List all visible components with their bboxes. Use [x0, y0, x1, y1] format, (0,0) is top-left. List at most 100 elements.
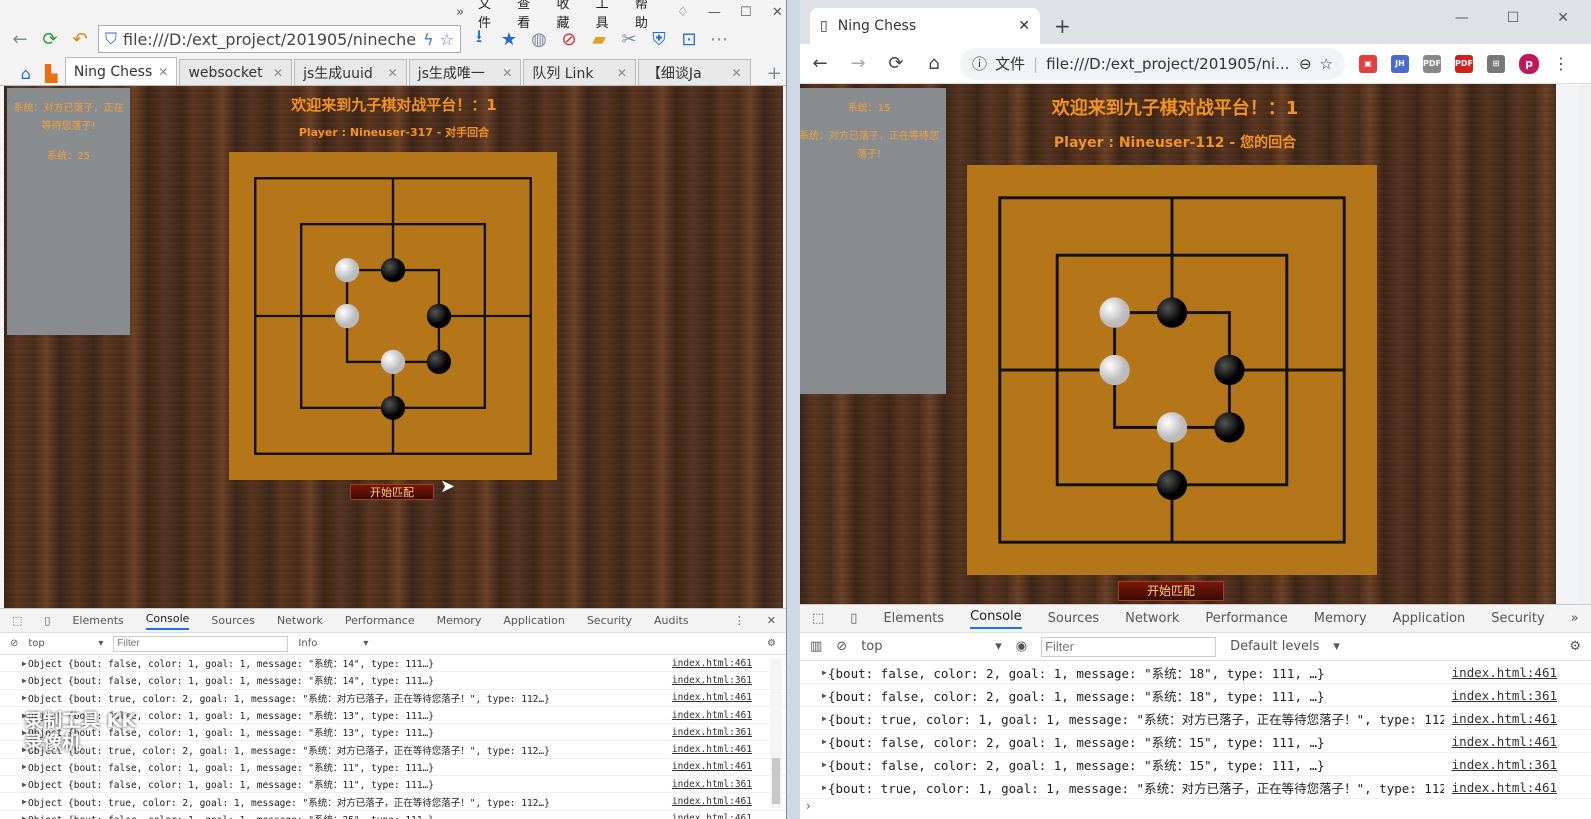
- console-log-line[interactable]: ▶Object {bout: false, color: 1, goal: 1,…: [0, 759, 786, 777]
- context-select[interactable]: top: [861, 639, 981, 654]
- tab-js-unique[interactable]: js生成唯一 ✕: [408, 59, 522, 85]
- devtools-close-icon[interactable]: ✕: [767, 614, 776, 627]
- folder-icon[interactable]: ▰: [587, 27, 611, 51]
- white-piece[interactable]: [1099, 354, 1130, 386]
- expand-arrow-icon[interactable]: ▶: [22, 676, 27, 685]
- console-log-line[interactable]: ▶ {bout: false, color: 2, goal: 1, messag…: [800, 730, 1591, 753]
- tab-close-icon[interactable]: ✕: [732, 66, 742, 80]
- console-filter-input[interactable]: [1041, 636, 1217, 657]
- black-piece[interactable]: [1214, 412, 1245, 443]
- menu-kebab-icon[interactable]: ⋮: [1553, 54, 1569, 73]
- tab-console[interactable]: Console: [970, 609, 1022, 629]
- black-piece[interactable]: [426, 303, 452, 329]
- log-source-link[interactable]: index.html:461: [1452, 734, 1557, 749]
- log-source-link[interactable]: index.html:461: [672, 744, 752, 755]
- device-icon[interactable]: ▯: [44, 614, 50, 627]
- scissors-icon[interactable]: ✂: [617, 27, 641, 51]
- tab-performance[interactable]: Performance: [1205, 611, 1287, 626]
- context-dropdown-icon[interactable]: ▾: [995, 639, 1002, 654]
- shield-icon[interactable]: ⛨: [647, 27, 671, 51]
- black-piece[interactable]: [380, 257, 406, 283]
- level-dropdown-icon[interactable]: ▾: [363, 638, 368, 649]
- bookmark-star-icon[interactable]: ☆: [1320, 55, 1333, 73]
- more-icon[interactable]: ⋯: [707, 27, 731, 51]
- white-piece[interactable]: [334, 303, 360, 329]
- console-log-line[interactable]: ▶ {bout: false, color: 2, goal: 1, messag…: [800, 753, 1591, 776]
- extension-pdf2-icon[interactable]: PDF: [1455, 54, 1473, 73]
- favorite-icon[interactable]: ★: [497, 27, 521, 51]
- expand-arrow-icon[interactable]: ▶: [822, 783, 827, 792]
- extension-icon[interactable]: ▣: [1359, 54, 1377, 73]
- tab-sources[interactable]: Sources: [1048, 611, 1099, 626]
- log-source-link[interactable]: index.html:361: [1452, 757, 1557, 772]
- tab-close-icon[interactable]: ✕: [1018, 18, 1030, 34]
- tab-close-icon[interactable]: ✕: [388, 66, 398, 80]
- back-icon[interactable]: ←: [808, 52, 832, 76]
- black-piece[interactable]: [1214, 354, 1245, 386]
- black-piece[interactable]: [380, 395, 406, 420]
- forward-icon[interactable]: →: [846, 52, 870, 76]
- menu-more-icon[interactable]: »: [456, 5, 464, 20]
- app-icon[interactable]: ▙: [39, 61, 62, 85]
- clear-console-icon[interactable]: ⊘: [10, 638, 18, 649]
- tab-close-icon[interactable]: ✕: [502, 66, 512, 80]
- eye-icon[interactable]: ◉: [1016, 639, 1027, 654]
- tab-ning-chess[interactable]: Ning Chess ✕: [64, 57, 178, 85]
- console-log-line[interactable]: ▶ Object {bout: true, color: 2, goal: 1, …: [0, 690, 786, 707]
- close-icon[interactable]: ✕: [1557, 10, 1569, 26]
- inspect-icon[interactable]: ⬚: [812, 611, 824, 626]
- new-tab-icon[interactable]: +: [763, 61, 786, 85]
- log-source-link[interactable]: index.html:461: [672, 813, 752, 819]
- address-bar[interactable]: ⓘ 文件 | file:///D:/ext_project/201905/ni.…: [960, 47, 1345, 80]
- console-log-line[interactable]: ▶Object {bout: false, color: 1, goal: 1,…: [0, 672, 786, 690]
- tab-performance[interactable]: Performance: [345, 614, 415, 627]
- black-piece[interactable]: [1156, 469, 1188, 500]
- address-bar[interactable]: ⛉ file:///D:/ext_project/201905/nineches…: [98, 25, 461, 53]
- extension-pdf-icon[interactable]: PDF: [1423, 54, 1441, 73]
- sidebar-toggle-icon[interactable]: ▥: [810, 639, 822, 654]
- log-source-link[interactable]: index.html:461: [672, 710, 752, 721]
- maximize-icon[interactable]: ☐: [737, 5, 754, 20]
- log-source-link[interactable]: index.html:461: [1452, 780, 1557, 795]
- tab-close-icon[interactable]: ✕: [273, 66, 283, 80]
- home-icon[interactable]: ⌂: [14, 61, 37, 85]
- expand-arrow-icon[interactable]: ▶: [22, 659, 27, 668]
- white-piece[interactable]: [1156, 412, 1188, 443]
- tab-queue[interactable]: 队列 Link ✕: [523, 59, 636, 85]
- log-source-link[interactable]: index.html:361: [672, 727, 752, 738]
- expand-arrow-icon[interactable]: ▶: [822, 691, 827, 700]
- tab-application[interactable]: Application: [1393, 611, 1466, 626]
- expand-arrow-icon[interactable]: ▶: [22, 693, 27, 702]
- expand-arrow-icon[interactable]: ▶: [822, 760, 827, 769]
- console-log-line[interactable]: ▶Object {bout: false, color: 1, goal: 1,…: [0, 776, 786, 794]
- undo-icon[interactable]: ↶: [68, 27, 92, 51]
- log-source-link[interactable]: index.html:361: [1452, 688, 1557, 703]
- black-piece[interactable]: [1156, 297, 1188, 328]
- extension-sync-icon[interactable]: ⊞: [1487, 54, 1505, 73]
- console-log-line[interactable]: ▶ {bout: true, color: 1, goal: 1, message…: [800, 776, 1591, 799]
- back-icon[interactable]: ←: [8, 27, 32, 51]
- minimize-icon[interactable]: —: [1455, 10, 1469, 26]
- minimize-icon[interactable]: —: [706, 5, 723, 20]
- log-source-link[interactable]: index.html:361: [672, 675, 752, 686]
- download-icon[interactable]: ⭳: [467, 26, 491, 51]
- white-piece[interactable]: [380, 349, 406, 375]
- inspect-icon[interactable]: ⬚: [12, 614, 22, 627]
- console-log-line[interactable]: ▶Object {bout: false, color: 1, goal: 1,…: [0, 811, 786, 819]
- log-source-link[interactable]: index.html:461: [672, 761, 752, 772]
- tab-network[interactable]: Network: [1125, 611, 1179, 626]
- page-scrollbar[interactable]: [1579, 84, 1591, 604]
- log-source-link[interactable]: index.html:461: [1452, 711, 1557, 726]
- console-log-line[interactable]: ▶Object {bout: false, color: 1, goal: 1,…: [0, 655, 786, 673]
- log-source-link[interactable]: index.html:461: [1452, 665, 1557, 680]
- star-icon[interactable]: ☆: [440, 30, 454, 49]
- console-log-line[interactable]: ▶ Object {bout: true, color: 2, goal: 1, …: [0, 793, 786, 811]
- console-filter-input[interactable]: [113, 635, 289, 652]
- tab-js-uuid[interactable]: js生成uuid ✕: [294, 59, 407, 85]
- settings-icon[interactable]: ⚙: [1569, 639, 1581, 654]
- tab-elements[interactable]: Elements: [72, 614, 123, 627]
- start-match-button[interactable]: 开始匹配: [1118, 581, 1224, 601]
- context-dropdown-icon[interactable]: ▾: [98, 638, 103, 649]
- expand-arrow-icon[interactable]: ▶: [22, 762, 27, 771]
- home-icon[interactable]: ⌂: [922, 52, 946, 76]
